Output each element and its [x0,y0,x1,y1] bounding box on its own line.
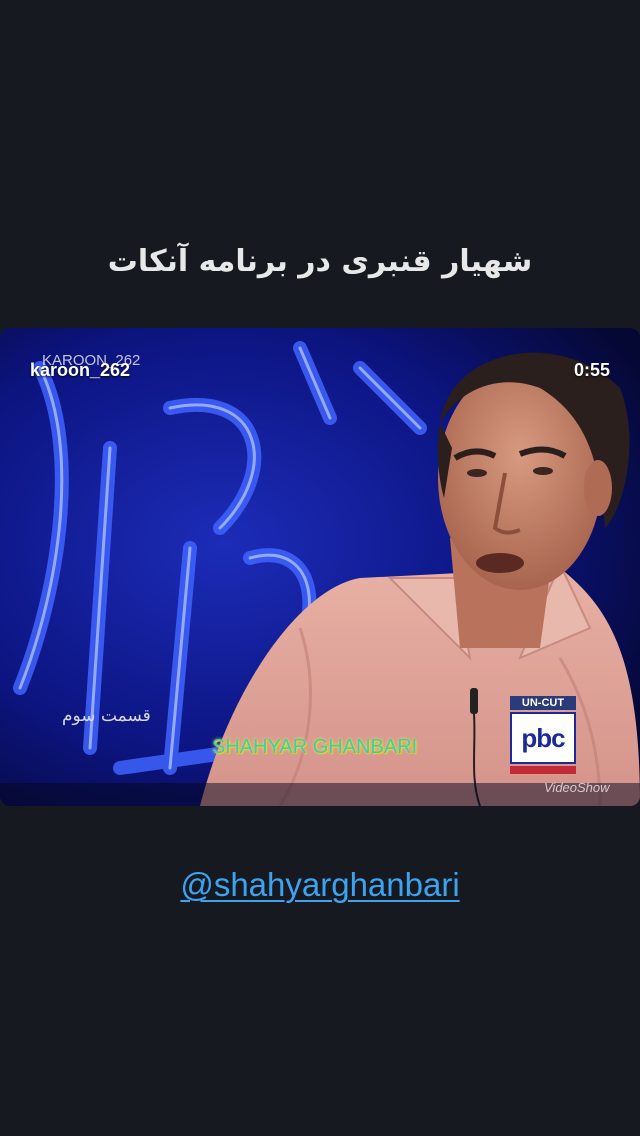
video-name-overlay: SHAHYAR GHANBARI [212,736,418,758]
video-episode-label: قسمت سوم [62,706,151,726]
mention-sticker[interactable]: @shahyarghanbari [0,866,640,904]
channel-logo-top: UN-CUT [510,696,576,710]
channel-logo-main: pbc [510,712,576,764]
channel-logo: UN-CUT pbc [510,696,576,774]
story-caption: شهیار قنبری در برنامه آنکات [107,244,533,279]
videoshow-watermark: VideoShow [544,780,610,795]
video-account-handle[interactable]: karoon_262 [30,360,130,381]
story-frame: شهیار قنبری در برنامه آنکات KAROON_262 k… [0,0,640,1136]
mention-link[interactable]: @shahyarghanbari [180,866,459,903]
video-timer: 0:55 [573,360,610,380]
channel-logo-stripe [510,766,576,774]
